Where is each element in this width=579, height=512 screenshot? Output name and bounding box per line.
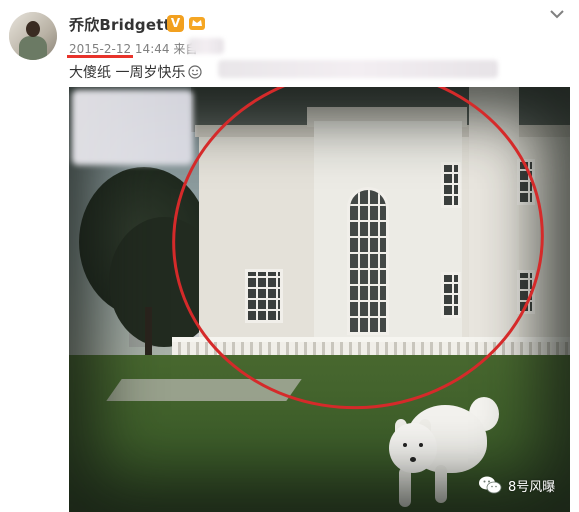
member-crown-icon — [189, 17, 205, 30]
post-text: 大傻纸 一周岁快乐 — [69, 62, 203, 82]
wechat-icon — [479, 476, 502, 494]
avatar[interactable] — [9, 12, 57, 60]
blurred-text — [218, 60, 498, 78]
blurred-source — [188, 38, 224, 54]
chevron-down-icon[interactable] — [549, 8, 565, 20]
smile-emoji-icon — [188, 65, 203, 79]
timestamp-highlight — [67, 55, 133, 58]
blurred-overlay — [72, 90, 193, 165]
post-text-content: 大傻纸 一周岁快乐 — [69, 65, 186, 81]
verified-badge: V — [167, 15, 184, 32]
photo-dog — [389, 397, 499, 512]
watermark-text: 8号风曝 — [508, 479, 556, 495]
watermark: 8号风曝 — [478, 473, 555, 497]
post-photo[interactable]: 8号风曝 — [69, 87, 570, 512]
username[interactable]: 乔欣Bridgette — [69, 14, 181, 35]
